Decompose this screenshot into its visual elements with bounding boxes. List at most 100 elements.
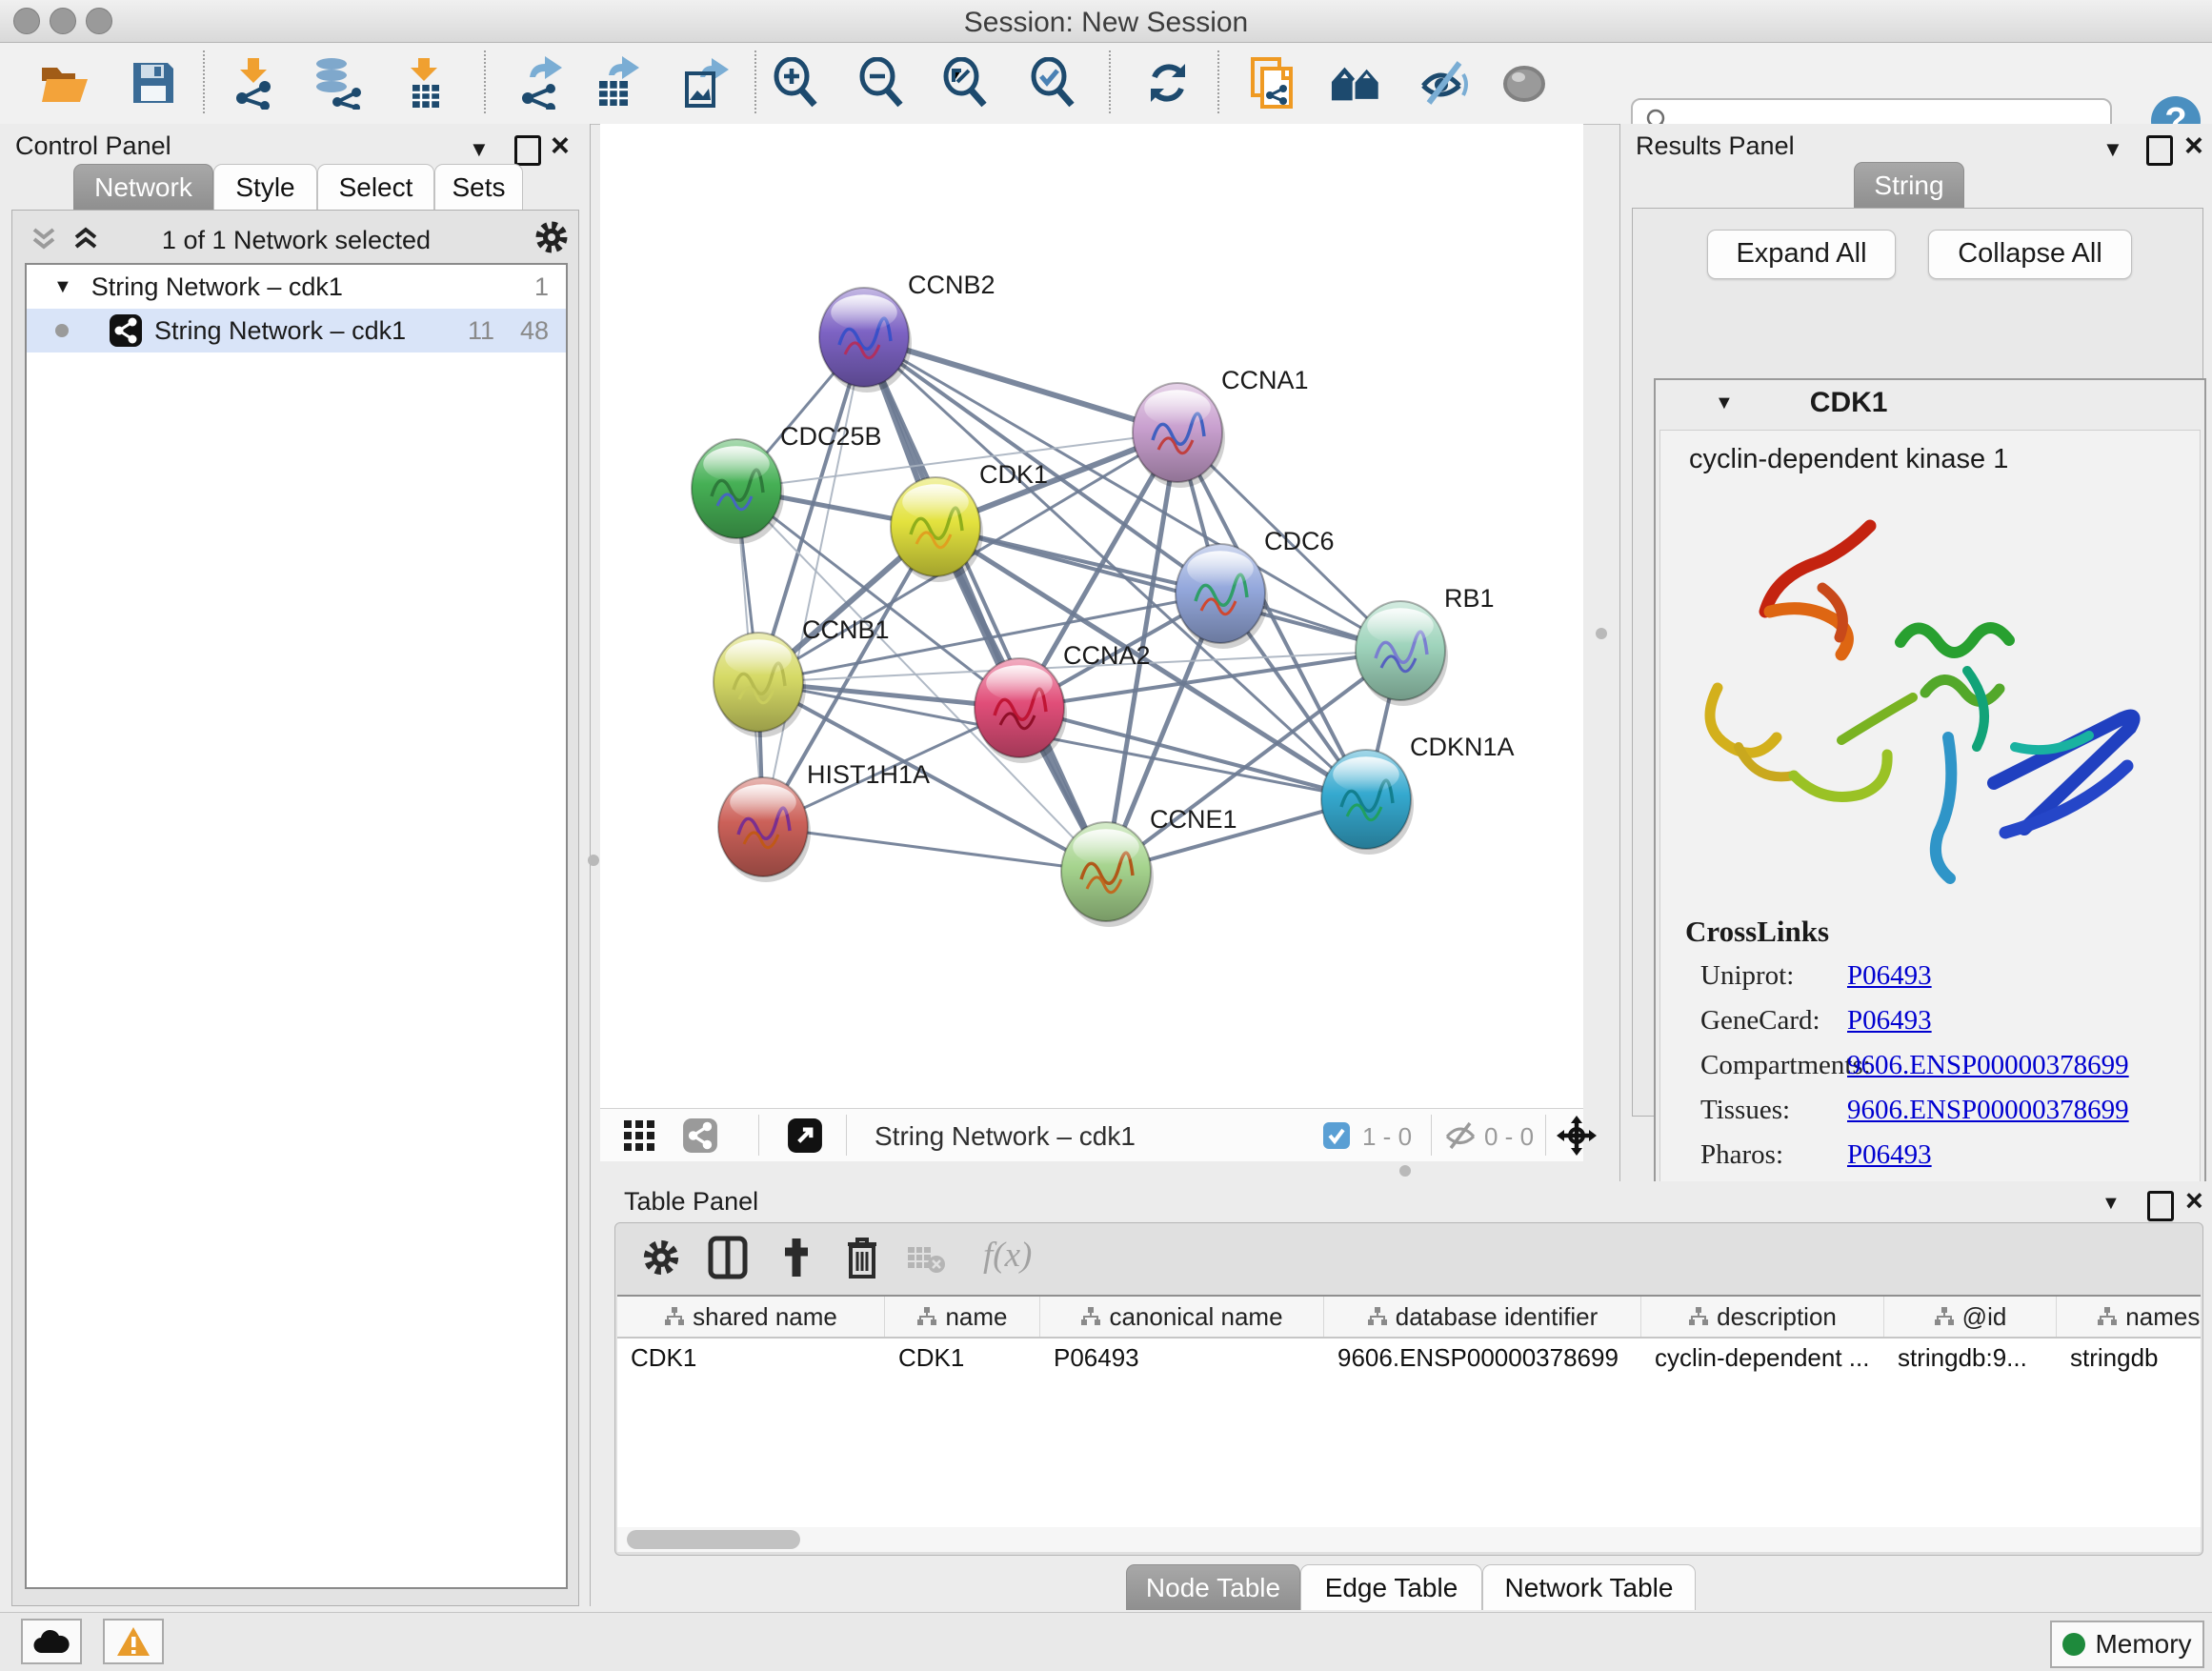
table-cell[interactable]: P06493 — [1040, 1339, 1324, 1379]
left-splitter-handle[interactable] — [588, 855, 599, 866]
hide-selected-icon[interactable] — [1418, 54, 1471, 111]
import-network-from-database-icon[interactable] — [311, 54, 364, 111]
selected-checkbox-icon[interactable] — [1322, 1121, 1351, 1150]
zoom-out-icon[interactable] — [855, 54, 909, 111]
column-header-databaseidentifier[interactable]: database identifier — [1324, 1297, 1641, 1337]
network-options-gear-icon[interactable] — [533, 218, 571, 256]
crosslink-link[interactable]: 9606.ENSP00000378699 — [1847, 1095, 2129, 1126]
toolbar-separator — [758, 1115, 759, 1156]
tab-node-table[interactable]: Node Table — [1126, 1564, 1300, 1610]
panel-close-icon[interactable]: × — [551, 128, 570, 165]
tab-network-table[interactable]: Network Table — [1482, 1564, 1696, 1610]
tab-style[interactable]: Style — [213, 164, 317, 210]
column-header-canonicalname[interactable]: canonical name — [1040, 1297, 1324, 1337]
network-node-cdkn1a[interactable]: CDKN1A — [1321, 733, 1515, 855]
table-settings-gear-icon[interactable] — [640, 1237, 682, 1278]
tab-sets[interactable]: Sets — [434, 164, 523, 210]
zoom-in-icon[interactable] — [770, 54, 823, 111]
zoom-fit-icon[interactable] — [939, 54, 993, 111]
network-edge[interactable] — [864, 337, 1106, 872]
network-edge[interactable] — [763, 827, 1106, 872]
crosslink-label: Tissues: — [1700, 1095, 1790, 1126]
network-edge[interactable] — [864, 337, 1177, 433]
bottom-splitter-handle[interactable] — [1399, 1165, 1411, 1177]
table-cell[interactable]: stringdb:9... — [1884, 1339, 2057, 1379]
zoom-selected-icon[interactable] — [1027, 54, 1080, 111]
birds-eye-view-icon[interactable] — [1557, 1116, 1597, 1156]
tab-string[interactable]: String — [1854, 162, 1964, 208]
network-row[interactable]: String Network – cdk1 11 48 — [27, 309, 566, 352]
column-header-namespace[interactable]: namespace — [2057, 1297, 2201, 1337]
network-node-ccna1[interactable]: CCNA1 — [1133, 366, 1309, 488]
panel-float-icon[interactable] — [2146, 135, 2173, 166]
open-session-icon[interactable] — [38, 54, 91, 111]
add-column-icon[interactable] — [775, 1235, 817, 1280]
collapse-all-button[interactable]: Collapse All — [1928, 230, 2132, 279]
panel-close-icon[interactable]: × — [2184, 128, 2203, 165]
export-image-icon[interactable] — [678, 54, 732, 111]
panel-float-icon[interactable] — [514, 135, 541, 166]
column-header-name[interactable]: name — [885, 1297, 1040, 1337]
table-cell[interactable]: CDK1 — [885, 1339, 1040, 1379]
warnings-button[interactable] — [103, 1619, 164, 1664]
show-columns-icon[interactable] — [707, 1235, 749, 1280]
tab-network[interactable]: Network — [73, 164, 213, 210]
network-canvas[interactable]: CCNB2CCNA1CDC25BCDK1CDC6RB1CCNB1CCNA2CDK… — [600, 124, 1583, 1108]
copy-style-icon[interactable] — [1246, 54, 1299, 111]
network-node-hist1h1a[interactable]: HIST1H1A — [718, 760, 930, 882]
scrollbar-thumb[interactable] — [627, 1530, 800, 1549]
panel-menu-icon[interactable]: ▼ — [2101, 1193, 2121, 1215]
crosslink-link[interactable]: P06493 — [1847, 960, 1932, 992]
panel-menu-icon[interactable]: ▼ — [469, 137, 490, 162]
network-node-rb1[interactable]: RB1 — [1356, 584, 1495, 706]
detach-view-icon[interactable] — [787, 1117, 823, 1154]
tab-select[interactable]: Select — [317, 164, 434, 210]
memory-button[interactable]: Memory — [2050, 1621, 2204, 1668]
table-cell[interactable]: stringdb — [2057, 1339, 2201, 1379]
network-edge[interactable] — [1019, 708, 1366, 799]
network-edge[interactable] — [763, 337, 864, 827]
refresh-icon[interactable] — [1141, 54, 1195, 111]
export-table-icon[interactable] — [591, 54, 644, 111]
network-node-ccne1[interactable]: CCNE1 — [1061, 805, 1237, 927]
crosslink-link[interactable]: P06493 — [1847, 1005, 1932, 1037]
panel-menu-icon[interactable]: ▼ — [2102, 137, 2123, 162]
hidden-eye-icon[interactable] — [1444, 1121, 1477, 1150]
collection-collapse-icon[interactable]: ▼ — [53, 276, 72, 298]
table-horizontal-scrollbar[interactable] — [617, 1527, 2201, 1552]
column-header-description[interactable]: description — [1641, 1297, 1884, 1337]
section-collapse-icon[interactable]: ▼ — [1715, 393, 1734, 414]
first-neighbors-icon[interactable] — [1330, 54, 1383, 111]
node-table[interactable]: shared namenamecanonical namedatabase id… — [617, 1295, 2201, 1527]
delete-table-icon[interactable] — [907, 1244, 945, 1275]
network-view-icon[interactable] — [682, 1117, 718, 1154]
crosslink-link[interactable]: 9606.ENSP00000378699 — [1847, 1050, 2129, 1081]
table-cell[interactable]: CDK1 — [617, 1339, 885, 1379]
protein-section-header[interactable]: ▼ CDK1 — [1656, 380, 2204, 426]
network-node-ccnb2[interactable]: CCNB2 — [819, 271, 995, 393]
function-builder-icon[interactable]: f(x) — [983, 1235, 1032, 1276]
panel-float-icon[interactable] — [2147, 1191, 2174, 1221]
cloud-button[interactable] — [21, 1619, 82, 1664]
right-splitter-handle[interactable] — [1596, 628, 1607, 639]
table-cell[interactable]: cyclin-dependent ... — [1641, 1339, 1884, 1379]
grid-mode-icon[interactable] — [623, 1119, 655, 1152]
toolbar-separator — [754, 50, 756, 113]
table-cell[interactable]: 9606.ENSP00000378699 — [1324, 1339, 1641, 1379]
crosslink-link[interactable]: P06493 — [1847, 1139, 1932, 1171]
table-row[interactable]: CDK1CDK1P064939606.ENSP00000378699cyclin… — [617, 1339, 2201, 1379]
column-header-sharedname[interactable]: shared name — [617, 1297, 885, 1337]
save-session-icon[interactable] — [127, 54, 180, 111]
delete-column-icon[interactable] — [842, 1235, 882, 1280]
import-network-icon[interactable] — [227, 54, 280, 111]
node-label: CCNB2 — [908, 271, 995, 299]
show-all-icon[interactable] — [1498, 54, 1551, 111]
network-node-cdc6[interactable]: CDC6 — [1176, 527, 1335, 649]
panel-close-icon[interactable]: × — [2185, 1183, 2203, 1218]
import-table-icon[interactable] — [397, 54, 451, 111]
expand-all-button[interactable]: Expand All — [1707, 230, 1896, 279]
export-network-icon[interactable] — [514, 54, 568, 111]
network-collection-row[interactable]: ▼ String Network – cdk1 1 — [27, 265, 566, 309]
column-header-id[interactable]: @id — [1884, 1297, 2057, 1337]
tab-edge-table[interactable]: Edge Table — [1300, 1564, 1482, 1610]
